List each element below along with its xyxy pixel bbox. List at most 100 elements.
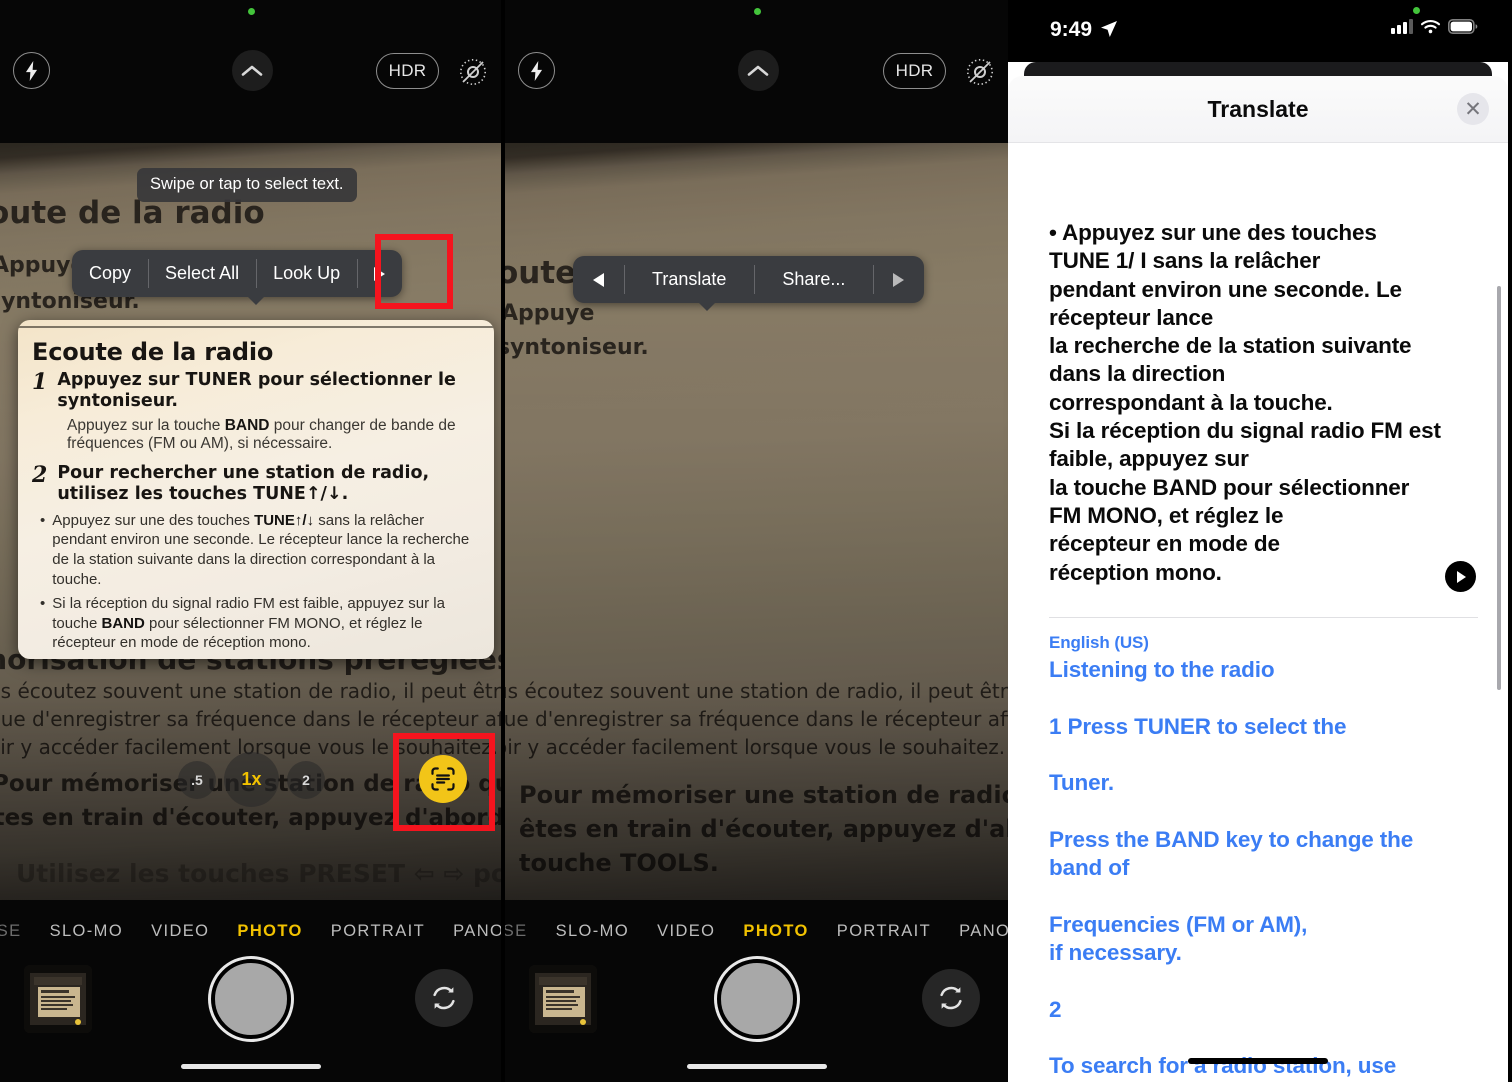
- bullet-dot-icon-2: •: [40, 594, 46, 612]
- sub-a: Appuyez sur la touche: [67, 416, 225, 434]
- mode-photo-2[interactable]: PHOTO: [743, 922, 808, 941]
- text-context-menu-1[interactable]: Copy Select All Look Up: [72, 250, 403, 305]
- zoom-1x-button[interactable]: 1x: [224, 752, 279, 807]
- translate-sheet-header: Translate ✕: [1008, 76, 1508, 143]
- photo-thumbnail-2[interactable]: [529, 965, 597, 1033]
- camera-top-bar-2: HDR: [505, 0, 1008, 143]
- mode-portrait[interactable]: PORTRAIT: [331, 922, 425, 941]
- annotation-box-more-button: [375, 234, 453, 309]
- flip-camera-button-2[interactable]: [922, 969, 980, 1027]
- mode-photo[interactable]: PHOTO: [237, 922, 302, 941]
- menu-prev-button[interactable]: [573, 256, 624, 303]
- expand-controls-button-1[interactable]: [231, 50, 273, 91]
- snippet-title: Ecoute de la radio: [32, 338, 274, 366]
- camera-top-bar-1: HDR: [0, 0, 501, 143]
- live-text-snippet-1[interactable]: Ecoute de la radio 1 Appuyez sur TUNER p…: [18, 320, 494, 659]
- camera-top-controls-2: HDR: [505, 50, 1008, 92]
- mode-pano[interactable]: PANO: [453, 922, 501, 941]
- screenshot-stage: oute de la radio Appuye syntoniseur. mor…: [0, 0, 1512, 1082]
- translate-body: • Appuyez sur une des touches TUNE 1/ I …: [1008, 219, 1508, 1082]
- mode-se-2[interactable]: SE: [505, 922, 528, 941]
- mode-pano-2[interactable]: PANO: [959, 922, 1008, 941]
- mode-se[interactable]: SE: [0, 922, 22, 941]
- sub-band: BAND: [224, 416, 270, 434]
- chevron-up-icon: [241, 65, 263, 76]
- home-indicator-2: [686, 1064, 827, 1069]
- menu-item-share[interactable]: Share...: [754, 256, 873, 303]
- play-icon: [1457, 570, 1466, 583]
- mode-video-2[interactable]: VIDEO: [657, 922, 715, 941]
- mode-portrait-2[interactable]: PORTRAIT: [837, 922, 931, 941]
- snippet-bullet-2: • Si la réception du signal radio FM est…: [40, 594, 478, 653]
- flash-button-1[interactable]: [13, 52, 50, 89]
- snippet-step2-heading: Pour rechercher une station de radio, ut…: [57, 462, 430, 505]
- mode-strip-1[interactable]: SE SLO-MO VIDEO PHOTO PORTRAIT PANO: [0, 916, 501, 946]
- chevron-up-icon-2: [747, 65, 769, 76]
- bullet2-text: Si la réception du signal radio FM est f…: [52, 594, 478, 653]
- b2band: BAND: [101, 614, 145, 632]
- translate-title: Translate: [1207, 95, 1309, 122]
- wifi-icon: [1420, 20, 1441, 34]
- camera-top-controls-1: HDR: [0, 50, 501, 92]
- flip-camera-icon: [433, 986, 455, 1010]
- live-photo-off-icon-2: [967, 59, 993, 85]
- hdr-button-2[interactable]: HDR: [883, 53, 946, 89]
- home-indicator-3: [1188, 1058, 1328, 1064]
- menu-item-select-all[interactable]: Select All: [148, 250, 256, 297]
- source-text: • Appuyez sur une des touches TUNE 1/ I …: [1049, 220, 1441, 585]
- flip-camera-button-1[interactable]: [415, 969, 473, 1027]
- camera-panel-1: oute de la radio Appuye syntoniseur. mor…: [0, 0, 501, 1082]
- snippet-bullets: • Appuyez sur une des touches TUNE↑/↓ sa…: [40, 511, 478, 654]
- camera-panel-2: oute de la radio Appuye syntoniseur. us …: [501, 0, 1008, 1082]
- mode-video[interactable]: VIDEO: [151, 922, 209, 941]
- snippet-bullet-1: • Appuyez sur une des touches TUNE↑/↓ sa…: [40, 511, 478, 590]
- menu-next-button-2[interactable]: [873, 256, 924, 303]
- menu-item-translate[interactable]: Translate: [624, 256, 754, 303]
- expand-controls-button-2[interactable]: [737, 50, 779, 91]
- thumbnail-preview-icon-2: [529, 965, 597, 1033]
- play-audio-button[interactable]: [1445, 561, 1476, 592]
- hdr-button-1[interactable]: HDR: [376, 53, 439, 89]
- text-context-menu-2[interactable]: Translate Share...: [573, 256, 925, 311]
- flip-camera-icon-2: [940, 986, 962, 1010]
- bullet-dot-icon: •: [40, 511, 46, 529]
- live-photo-button-1[interactable]: [453, 52, 493, 92]
- camera-in-use-indicator: [247, 8, 255, 15]
- shutter-button-2[interactable]: [716, 959, 797, 1039]
- mode-slo-mo[interactable]: SLO-MO: [50, 922, 124, 941]
- menu-item-copy[interactable]: Copy: [72, 250, 148, 297]
- status-bar: 9:49: [1008, 0, 1508, 62]
- flash-button-2[interactable]: [518, 52, 555, 89]
- translate-divider: [1049, 617, 1478, 618]
- shutter-button-1[interactable]: [210, 959, 291, 1039]
- translate-panel: 9:49 Translate ✕ • Appuyez sur une des t…: [1008, 0, 1508, 1082]
- zoom-controls-1[interactable]: .5 1x 2: [178, 752, 325, 807]
- menu-pointer-2: [698, 302, 716, 311]
- location-arrow-icon: [1100, 20, 1118, 43]
- b1tune: TUNE↑/↓: [254, 511, 315, 529]
- snippet-step-1: 1 Appuyez sur TUNER pour sélectionner le…: [32, 369, 478, 413]
- vertical-scrollbar[interactable]: [1497, 286, 1501, 690]
- menu-item-look-up[interactable]: Look Up: [256, 250, 357, 297]
- live-photo-button-2[interactable]: [960, 52, 1000, 92]
- chevron-right-icon-2: [893, 272, 905, 287]
- flash-icon-2: [530, 60, 543, 81]
- snippet-step1-sub: Appuyez sur la touche BAND pour changer …: [67, 417, 478, 454]
- mode-strip-2[interactable]: SE SLO-MO VIDEO PHOTO PORTRAIT PANO: [505, 916, 1008, 946]
- mode-slo-mo-2[interactable]: SLO-MO: [556, 922, 630, 941]
- status-time: 9:49: [1050, 18, 1093, 41]
- status-icons: [1391, 19, 1478, 34]
- close-button[interactable]: ✕: [1457, 93, 1489, 125]
- chevron-left-icon: [593, 272, 604, 287]
- photo-thumbnail-1[interactable]: [24, 965, 92, 1033]
- battery-icon: [1448, 19, 1478, 34]
- thumbnail-preview-icon: [24, 965, 92, 1033]
- translated-text: Listening to the radio 1 Press TUNER to …: [1049, 657, 1414, 1079]
- snippet-step2-number: 2: [32, 461, 48, 488]
- select-text-hint: Swipe or tap to select text.: [137, 168, 357, 202]
- camera-bottom-bar-1: SE SLO-MO VIDEO PHOTO PORTRAIT PANO: [0, 900, 501, 1082]
- zoom-0.5x-button[interactable]: .5: [178, 760, 216, 799]
- home-indicator-1: [180, 1064, 321, 1069]
- bullet1-text: Appuyez sur une des touches TUNE↑/↓ sans…: [52, 511, 478, 590]
- zoom-2x-button[interactable]: 2: [287, 760, 325, 799]
